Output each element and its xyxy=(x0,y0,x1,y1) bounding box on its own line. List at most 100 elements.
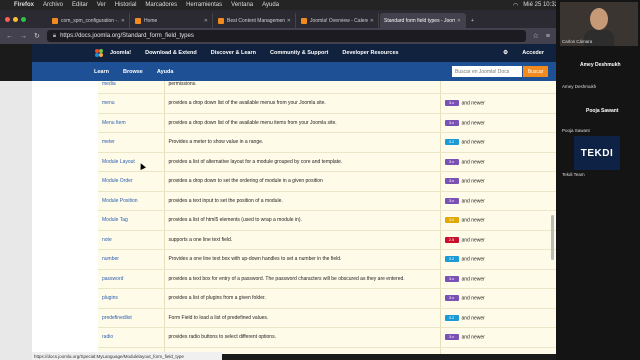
browser-tab-active[interactable]: Standard form field types - Joom... ✕ xyxy=(380,13,466,28)
field-type-description: provides radio buttons to select differe… xyxy=(164,327,441,348)
field-type-link[interactable]: meter xyxy=(98,132,165,153)
close-tab-icon[interactable]: ✕ xyxy=(119,18,125,24)
close-tab-icon[interactable]: ✕ xyxy=(202,18,208,24)
field-type-link[interactable]: note xyxy=(98,230,165,250)
menu-item[interactable]: Ventana xyxy=(231,2,253,8)
field-type-description: provides a drop down to set the ordering… xyxy=(164,171,441,192)
field-type-description: Form Field to load a list of predefined … xyxy=(164,308,441,328)
version-badge[interactable]: 3.0 xyxy=(444,217,459,224)
field-type-link[interactable]: predefinedlist xyxy=(98,308,165,328)
browser-tab[interactable]: Best Content Management S... ✕ xyxy=(214,13,296,28)
joomla-favicon-icon xyxy=(218,17,224,24)
field-type-link[interactable]: menu xyxy=(98,93,165,114)
joomla-docs-subnav: Learn Browse Ayuda Buscar en Joomla! Doc… xyxy=(32,62,556,81)
menu-item[interactable]: Archivo xyxy=(43,2,63,8)
nav-joomla[interactable]: Joomla! xyxy=(110,50,131,56)
page-scrollbar[interactable] xyxy=(551,215,554,260)
lock-icon: 🔒︎ xyxy=(52,32,57,39)
reload-icon[interactable]: ↻ xyxy=(34,32,40,40)
subnav-ayuda[interactable]: Ayuda xyxy=(157,69,174,75)
subnav-browse[interactable]: Browse xyxy=(123,69,143,75)
new-tab-button[interactable]: + xyxy=(467,13,481,28)
back-arrow-icon[interactable]: ← xyxy=(6,33,13,40)
subnav-learn[interactable]: Learn xyxy=(94,69,109,75)
wifi-icon[interactable]: ◠ xyxy=(513,2,518,9)
video-tile-host[interactable]: Carlos Cámara xyxy=(560,2,638,46)
clock[interactable]: Mié 25 10:32 xyxy=(523,2,558,8)
forward-arrow-icon[interactable]: → xyxy=(20,33,27,40)
close-tab-icon[interactable]: ✕ xyxy=(368,18,374,24)
menu-app-name[interactable]: Firefox xyxy=(14,2,34,8)
version-cell: 3.xand newer xyxy=(440,347,556,354)
menu-item[interactable]: Marcadores xyxy=(145,2,177,8)
page-left-margin xyxy=(0,81,32,360)
joomla-logo-icon[interactable] xyxy=(94,48,104,58)
menu-item[interactable]: Herramientas xyxy=(186,2,222,8)
table-row: Module Position provides a text input to … xyxy=(98,191,556,211)
joomla-favicon-icon xyxy=(301,17,307,24)
menu-item[interactable]: Historial xyxy=(115,2,137,8)
version-cell: 3.xand newer xyxy=(440,269,556,289)
bookmark-star-icon[interactable]: ☆ xyxy=(533,32,539,40)
field-type-link[interactable]: radio xyxy=(98,327,165,348)
version-badge[interactable]: 3.2 xyxy=(444,139,459,146)
participant-name: Pooja Sawant xyxy=(562,128,590,133)
field-type-link[interactable]: media xyxy=(98,81,165,94)
url-field[interactable]: 🔒︎ https://docs.joomla.org/Standard_form… xyxy=(46,30,526,42)
docs-search-input[interactable]: Buscar en Joomla! Docs xyxy=(452,66,522,77)
field-type-link[interactable]: Module Position xyxy=(98,191,165,211)
browser-tab[interactable]: Joomla! Overview - Calendar... ✕ xyxy=(297,13,379,28)
nav-community-support[interactable]: Community & Support xyxy=(270,50,328,56)
nav-download-extend[interactable]: Download & Extend xyxy=(145,50,197,56)
minimize-window-button[interactable] xyxy=(13,16,18,22)
version-badge[interactable]: 3.x xyxy=(444,295,459,302)
version-note: and newer xyxy=(461,139,485,146)
version-badge[interactable]: 3.2 xyxy=(444,256,459,263)
version-note: and newer xyxy=(461,256,485,263)
version-note: and newer xyxy=(461,158,485,165)
field-type-link[interactable]: Module Layout xyxy=(98,152,165,172)
gear-icon[interactable]: ⚙ xyxy=(503,50,508,56)
maximize-window-button[interactable] xyxy=(21,16,26,22)
field-type-description: supports a one line text field. xyxy=(164,230,441,250)
close-tab-icon[interactable]: ✕ xyxy=(455,18,461,24)
version-badge[interactable]: 3.x xyxy=(444,197,459,204)
browser-tab[interactable]: Home ✕ xyxy=(131,13,213,28)
field-type-link[interactable]: Menu Item xyxy=(98,113,165,133)
field-type-description: provides a text input to set the positio… xyxy=(164,191,441,211)
table-row: Menu Item provides a drop down list of th… xyxy=(98,113,556,133)
menu-item[interactable]: Ver xyxy=(97,2,106,8)
docs-search-button[interactable]: Buscar xyxy=(523,66,548,77)
version-badge[interactable]: 3.x xyxy=(444,178,459,185)
field-type-link[interactable]: number xyxy=(98,249,165,270)
version-badge[interactable]: 3.2 xyxy=(444,314,459,321)
version-cell: 3.xand newer xyxy=(440,327,556,348)
field-type-link[interactable]: password xyxy=(98,269,165,289)
version-cell: 3.0 and newer xyxy=(440,210,556,231)
field-type-link[interactable]: Module Order xyxy=(98,171,165,192)
version-badge[interactable]: 3.x xyxy=(444,100,459,107)
close-tab-icon[interactable]: ✕ xyxy=(285,18,291,24)
field-type-link[interactable]: Module Tag xyxy=(98,210,165,231)
version-badge[interactable]: 3.x xyxy=(444,275,459,282)
tab-label: com_spm_configuration - Jo... xyxy=(61,17,119,24)
nav-discover-learn[interactable]: Discover & Learn xyxy=(211,50,256,56)
participant-name: Amey Deshmukh xyxy=(562,84,597,89)
version-badge[interactable]: 3.x xyxy=(444,158,459,165)
joomla-favicon-icon xyxy=(52,17,58,24)
close-window-button[interactable] xyxy=(5,16,10,22)
table-row: media permissions. xyxy=(98,81,556,94)
field-type-link[interactable]: plugins xyxy=(98,288,165,309)
browser-tab[interactable]: com_spm_configuration - Jo... ✕ xyxy=(48,13,130,28)
version-badge[interactable]: 3.x xyxy=(444,334,459,341)
menu-item[interactable]: Editar xyxy=(72,2,88,8)
login-link[interactable]: Acceder xyxy=(522,50,544,56)
version-cell: 3.xand newer xyxy=(440,191,556,211)
version-cell: 3.xand newer xyxy=(440,152,556,172)
nav-developer-resources[interactable]: Developer Resources xyxy=(342,50,398,56)
version-badge[interactable]: 2.5 xyxy=(444,236,459,243)
menu-hamburger-icon[interactable]: ≡ xyxy=(546,33,550,40)
participant-name: Tekdi Team xyxy=(562,172,585,177)
menu-item[interactable]: Ayuda xyxy=(262,2,279,8)
version-badge[interactable]: 3.x xyxy=(444,119,459,126)
